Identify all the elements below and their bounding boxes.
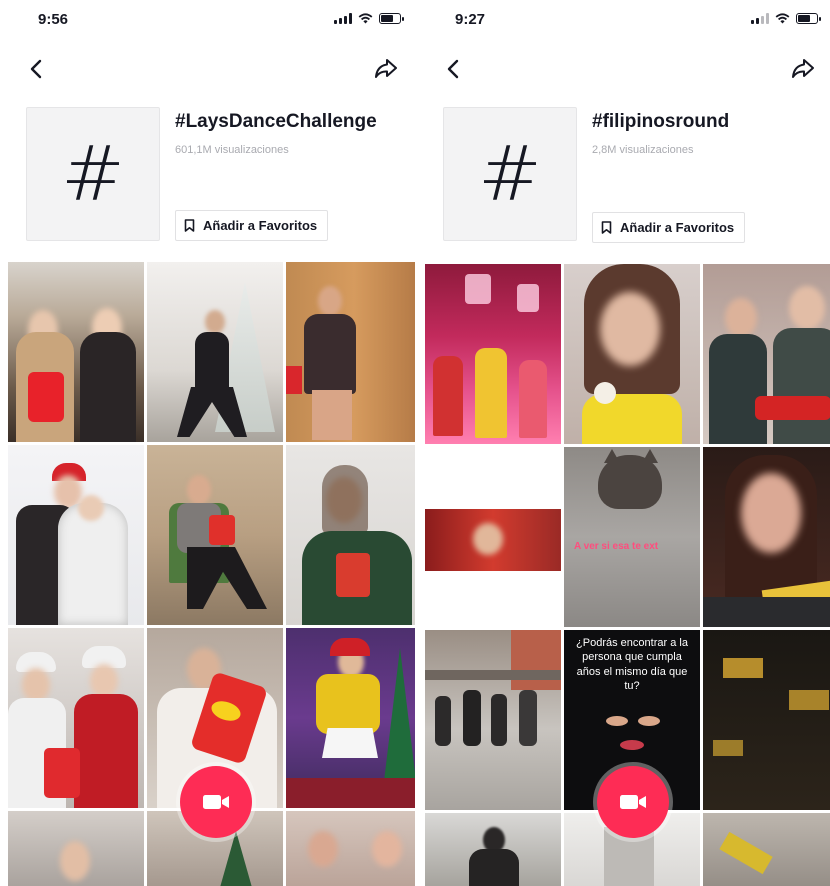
blurred-face <box>308 831 338 867</box>
record-video-button[interactable] <box>597 766 669 838</box>
record-video-button[interactable] <box>180 766 252 838</box>
views-count: 2,8M visualizaciones <box>592 144 694 156</box>
status-bar: 9:56 <box>0 0 415 46</box>
video-thumbnail[interactable] <box>703 630 830 810</box>
battery-icon <box>379 13 404 24</box>
bookmark-icon <box>184 219 195 232</box>
blurred-face <box>90 664 118 698</box>
hashtag-title: #LaysDanceChallenge <box>175 111 377 132</box>
video-thumbnail[interactable] <box>286 445 415 625</box>
add-to-favorites-label: Añadir a Favoritos <box>203 218 318 233</box>
blurred-face <box>741 473 801 553</box>
video-thumbnail[interactable] <box>147 445 283 625</box>
right-screen: 9:27 # #filipinosround 2,8M visualizacio… <box>417 0 830 886</box>
signal-icon <box>751 13 769 24</box>
blurred-face <box>789 286 825 330</box>
video-thumbnail[interactable] <box>8 262 144 442</box>
blurred-face <box>78 495 104 521</box>
share-arrow-icon[interactable] <box>788 54 818 84</box>
status-time: 9:27 <box>455 11 486 28</box>
blurred-face <box>600 292 660 366</box>
video-camera-icon <box>203 795 229 809</box>
bookmark-icon <box>601 221 612 234</box>
hashtag-thumbnail: # <box>26 107 160 241</box>
blurred-face <box>187 475 211 505</box>
video-thumbnail[interactable] <box>425 630 561 810</box>
video-thumbnail[interactable] <box>703 264 830 444</box>
back-arrow-icon[interactable] <box>22 54 52 84</box>
add-to-favorites-button[interactable]: Añadir a Favoritos <box>175 210 329 241</box>
video-thumbnail[interactable] <box>8 445 144 625</box>
video-thumbnail[interactable]: A ver si esa te ext <box>564 447 700 627</box>
blurred-face <box>22 668 50 702</box>
video-thumbnail[interactable] <box>425 264 561 444</box>
blurred-face <box>725 298 757 338</box>
hashtag-thumbnail: # <box>443 107 577 241</box>
blurred-face <box>372 831 402 867</box>
video-thumbnail[interactable] <box>425 447 561 627</box>
video-overlay-text: A ver si esa te ext <box>574 541 659 552</box>
left-screen: 9:56 # #LaysDanceChallenge 601,1M visual… <box>0 0 415 886</box>
system-icons <box>334 13 404 24</box>
hashtag-title: #filipinosround <box>592 111 730 132</box>
video-camera-icon <box>620 795 646 809</box>
battery-icon <box>796 13 821 24</box>
add-to-favorites-button[interactable]: Añadir a Favoritos <box>592 212 746 243</box>
blurred-face <box>205 310 225 334</box>
wifi-icon <box>358 13 373 24</box>
top-nav <box>417 52 830 86</box>
hashtag-symbol: # <box>478 129 542 218</box>
system-icons <box>751 13 821 24</box>
video-thumbnail[interactable] <box>703 447 830 627</box>
blurred-face <box>318 286 342 316</box>
video-thumbnail[interactable] <box>8 811 144 886</box>
top-nav <box>0 52 415 86</box>
video-thumbnail[interactable] <box>286 811 415 886</box>
video-thumbnail[interactable] <box>564 264 700 444</box>
video-caption: ¿Podrás encontrar a la persona que cumpl… <box>576 637 688 692</box>
signal-icon <box>334 13 352 24</box>
video-thumbnail[interactable] <box>286 262 415 442</box>
video-thumbnail[interactable] <box>703 813 830 886</box>
blurred-face <box>473 523 503 555</box>
blurred-face <box>60 841 90 881</box>
views-count: 601,1M visualizaciones <box>175 144 289 156</box>
status-time: 9:56 <box>38 11 69 28</box>
hashtag-symbol: # <box>61 129 125 218</box>
video-thumbnail[interactable] <box>147 262 283 442</box>
status-bar: 9:27 <box>417 0 830 46</box>
add-to-favorites-label: Añadir a Favoritos <box>620 220 735 235</box>
video-thumbnail[interactable] <box>8 628 144 808</box>
video-thumbnail[interactable] <box>286 628 415 808</box>
share-arrow-icon[interactable] <box>371 54 401 84</box>
video-thumbnail[interactable] <box>425 813 561 886</box>
back-arrow-icon[interactable] <box>439 54 469 84</box>
wifi-icon <box>775 13 790 24</box>
